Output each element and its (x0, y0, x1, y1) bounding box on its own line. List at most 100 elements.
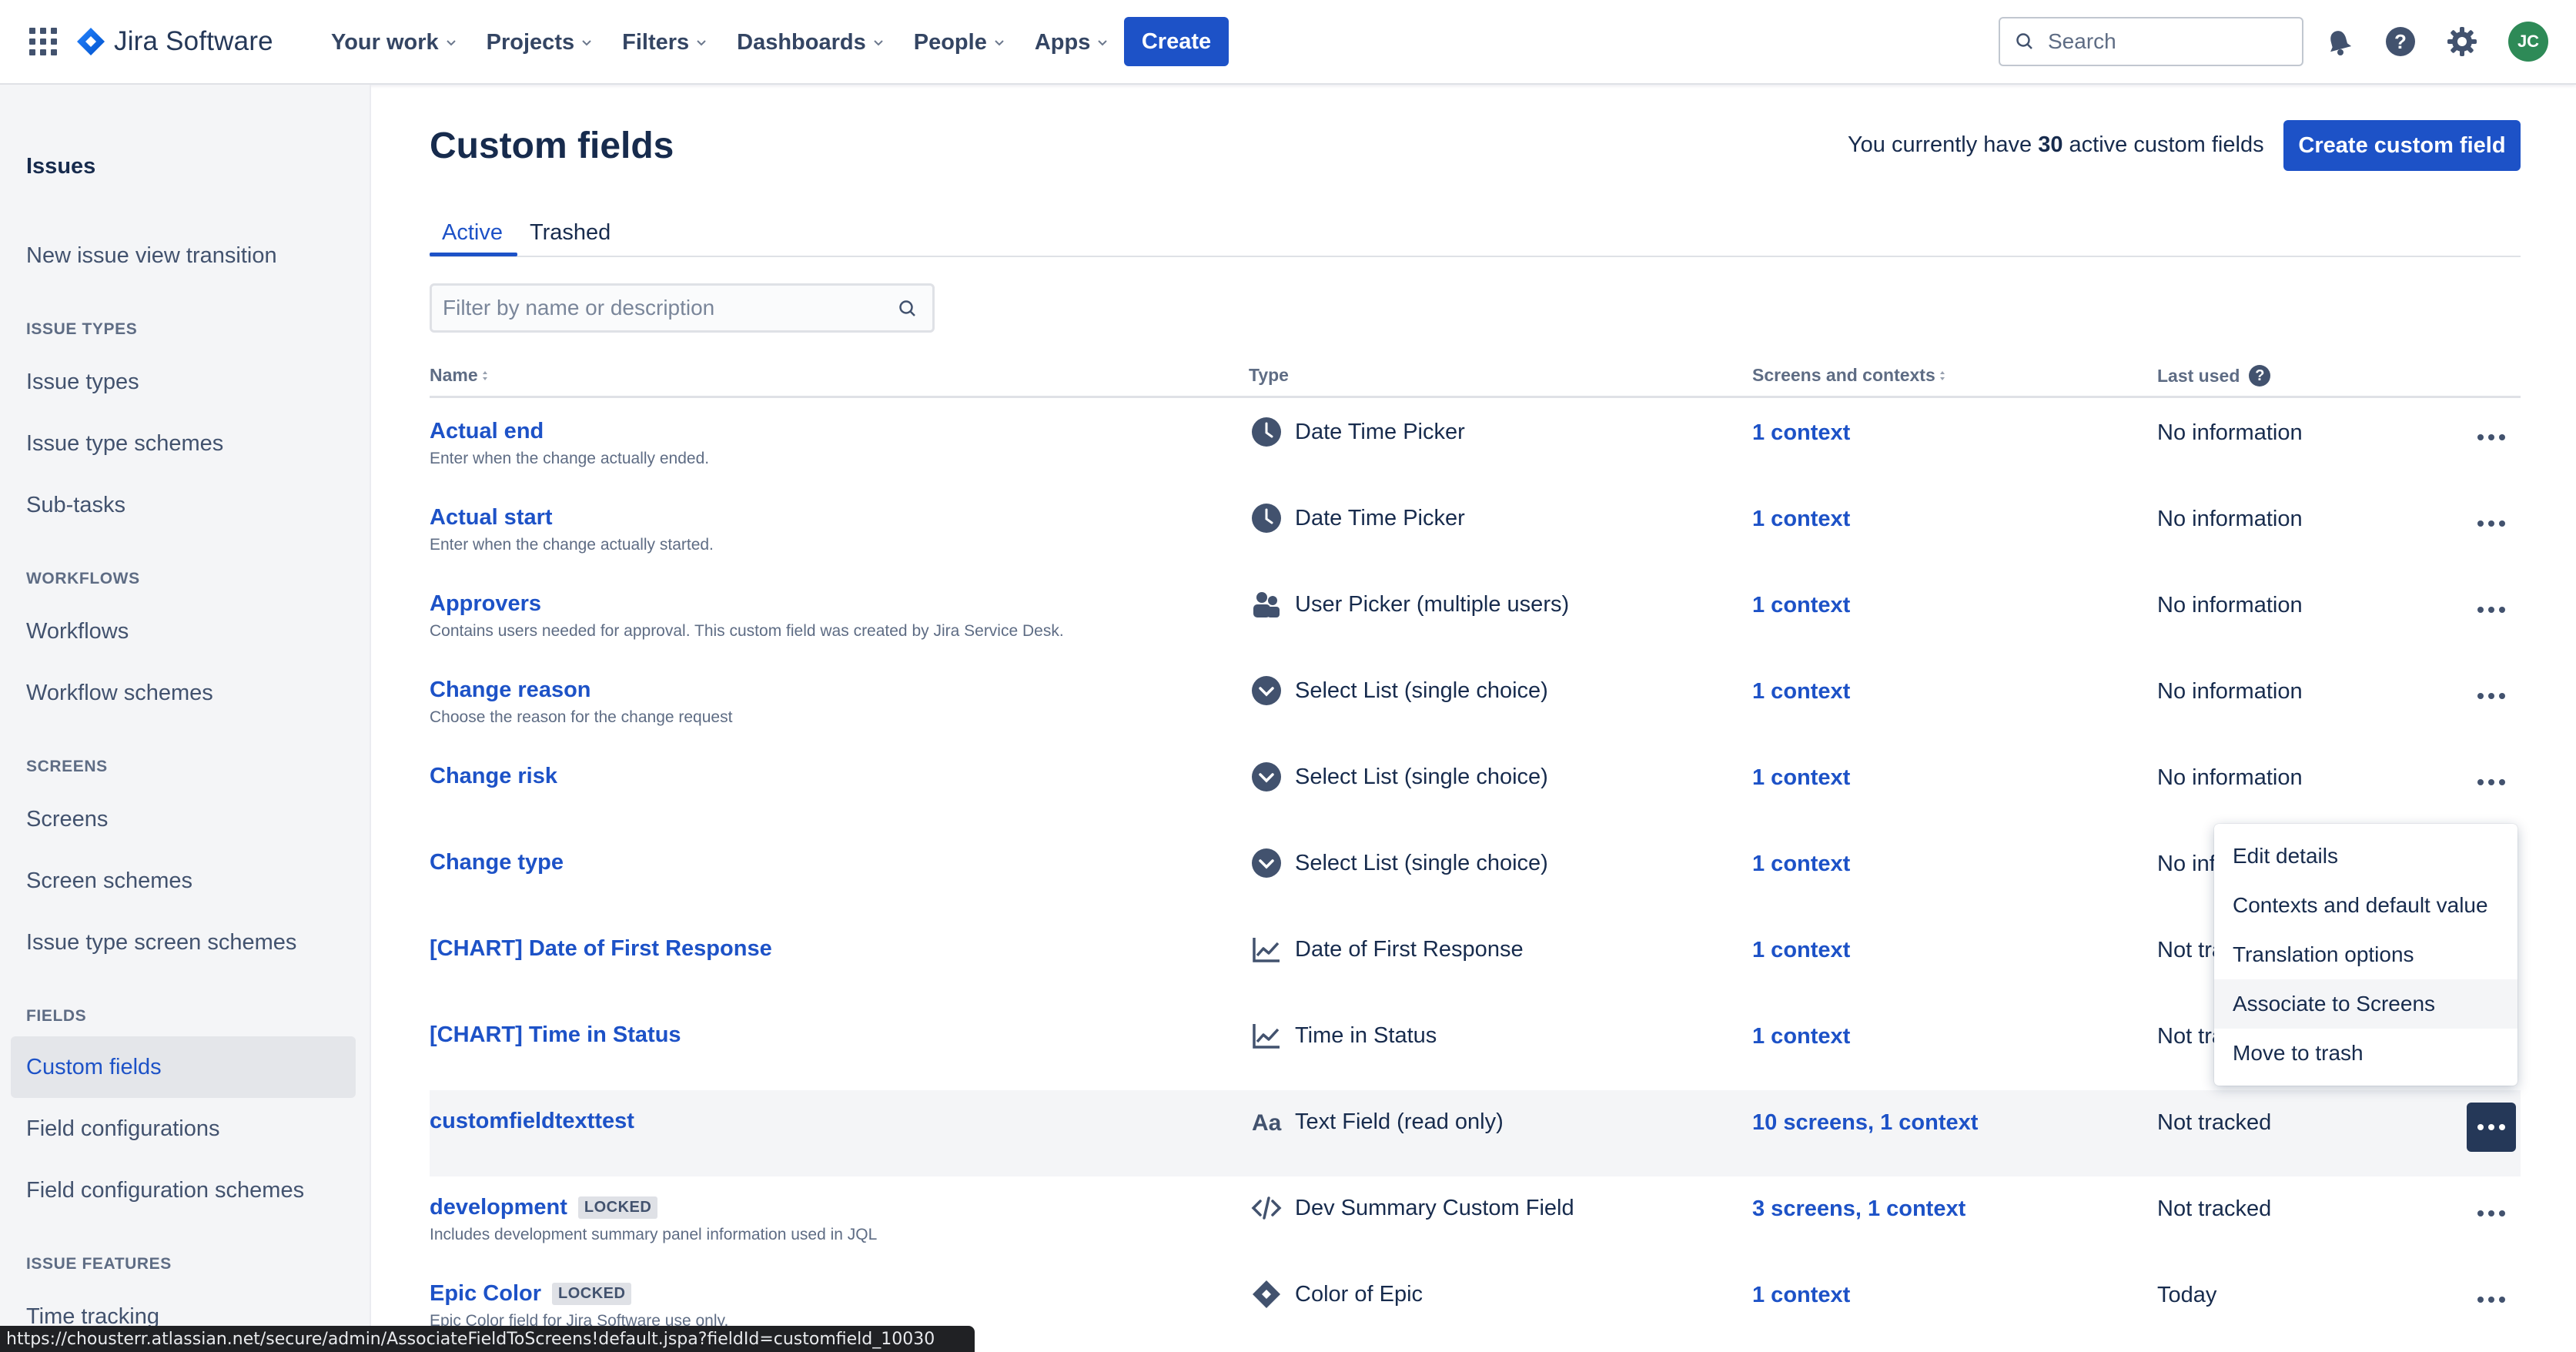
field-name-link[interactable]: Approvers (430, 591, 541, 617)
menu-item-contexts[interactable]: Contexts and default value (2214, 881, 2517, 930)
chevron-down-icon (995, 40, 1004, 46)
nav-people[interactable]: People (914, 30, 1005, 55)
field-type: Dev Summary Custom Field (1295, 1195, 1574, 1220)
sidebar-item-issue-type-schemes[interactable]: Issue type schemes (26, 431, 223, 457)
tab-active[interactable]: Active (442, 220, 503, 246)
screens-context-link[interactable]: 3 screens, 1 context (1752, 1196, 1965, 1222)
create-custom-field-button[interactable]: Create custom field (2283, 120, 2521, 171)
more-actions-button[interactable] (2467, 1189, 2516, 1238)
sidebar-item-sub-tasks[interactable]: Sub-tasks (26, 493, 125, 518)
more-actions-button[interactable] (2467, 413, 2516, 462)
table-row-highlighted: customfieldtexttest Aa Text Field (read o… (430, 1090, 2521, 1176)
search-input[interactable]: Search (1999, 17, 2303, 66)
app-switcher-icon[interactable] (29, 28, 57, 55)
more-actions-button[interactable] (2467, 1275, 2516, 1324)
field-name-link[interactable]: [CHART] Date of First Response (430, 936, 772, 962)
context-link[interactable]: 1 context (1752, 679, 1850, 704)
more-actions-button[interactable] (2467, 499, 2516, 548)
more-icon (2475, 779, 2507, 785)
avatar[interactable]: JC (2508, 22, 2548, 62)
menu-item-associate-to-screens[interactable]: Associate to Screens (2214, 979, 2517, 1029)
field-name-link[interactable]: Actual start (430, 505, 553, 530)
notifications-icon[interactable] (2322, 25, 2356, 59)
screens-context-link[interactable]: 10 screens, 1 context (1752, 1110, 1978, 1136)
context-link[interactable]: 1 context (1752, 1024, 1850, 1049)
column-label: Type (1249, 365, 1289, 385)
search-icon (899, 300, 915, 316)
tabs-divider (430, 256, 2521, 257)
link-preview-statusbar: https://chousterr.atlassian.net/secure/a… (0, 1326, 975, 1352)
field-type: Select List (single choice) (1295, 764, 1548, 789)
menu-item-move-to-trash[interactable]: Move to trash (2214, 1029, 2517, 1078)
context-link[interactable]: 1 context (1752, 765, 1850, 791)
column-header-screens[interactable]: Screens and contexts (1752, 365, 1946, 386)
nav-your-work[interactable]: Your work (331, 30, 457, 55)
field-name-link[interactable]: Change type (430, 850, 564, 875)
nav-apps[interactable]: Apps (1035, 30, 1109, 55)
select-icon (1252, 848, 1281, 878)
field-name-link[interactable]: Epic Color (430, 1281, 541, 1307)
more-actions-button[interactable] (2467, 671, 2516, 721)
table-row: Approvers Contains users needed for appr… (430, 573, 2521, 659)
sidebar-item-issue-types[interactable]: Issue types (26, 370, 139, 395)
sidebar-item-workflows[interactable]: Workflows (26, 619, 129, 644)
help-icon[interactable]: ? (2249, 365, 2271, 387)
sidebar-item-new-issue-view[interactable]: New issue view transition (26, 243, 277, 269)
jira-logo[interactable]: Jira Software (75, 23, 273, 60)
more-actions-button[interactable] (2467, 585, 2516, 634)
context-link[interactable]: 1 context (1752, 852, 1850, 877)
people-icon (1253, 592, 1280, 617)
context-link[interactable]: 1 context (1752, 420, 1850, 446)
sidebar-item-custom-fields[interactable]: Custom fields (26, 1055, 162, 1080)
nav-label: Apps (1034, 29, 1091, 55)
field-description: Includes development summary panel infor… (430, 1226, 878, 1243)
create-button[interactable]: Create (1124, 17, 1229, 66)
nav-projects[interactable]: Projects (487, 30, 593, 55)
context-link[interactable]: 1 context (1752, 507, 1850, 532)
more-icon (2475, 1210, 2507, 1216)
more-actions-button[interactable] (2467, 758, 2516, 807)
field-name-link[interactable]: [CHART] Time in Status (430, 1022, 681, 1048)
sidebar-item-screens[interactable]: Screens (26, 807, 108, 832)
field-name-link[interactable]: Actual end (430, 419, 544, 444)
more-actions-button[interactable] (2467, 1103, 2516, 1152)
field-name-link[interactable]: Change reason (430, 678, 591, 703)
sidebar-item-field-configurations[interactable]: Field configurations (26, 1116, 219, 1142)
nav-filters[interactable]: Filters (622, 30, 708, 55)
chevron-down-icon (446, 40, 456, 46)
sidebar-item-screen-schemes[interactable]: Screen schemes (26, 868, 192, 894)
table-row: development LOCKED Includes development s… (430, 1176, 2521, 1263)
nav-label: Projects (486, 29, 575, 55)
context-link[interactable]: 1 context (1752, 1283, 1850, 1308)
svg-text:?: ? (2394, 30, 2407, 53)
field-name-link[interactable]: customfieldtexttest (430, 1109, 634, 1134)
sidebar-item-workflow-schemes[interactable]: Workflow schemes (26, 681, 213, 706)
filter-input[interactable]: Filter by name or description (430, 283, 935, 333)
tab-trashed[interactable]: Trashed (530, 220, 611, 246)
column-header-name[interactable]: Name (430, 365, 489, 386)
settings-icon[interactable] (2445, 25, 2479, 59)
diamond-icon (1253, 1280, 1280, 1308)
menu-item-edit-details[interactable]: Edit details (2214, 832, 2517, 881)
field-name-link[interactable]: Change risk (430, 764, 557, 789)
more-icon (2475, 693, 2507, 699)
locked-badge: LOCKED (577, 1196, 658, 1219)
field-type: Color of Epic (1295, 1281, 1423, 1307)
help-icon[interactable]: ? (2384, 25, 2417, 59)
sidebar-heading-workflows: WORKFLOWS (26, 570, 140, 587)
jira-diamond-icon (77, 28, 105, 55)
context-link[interactable]: 1 context (1752, 593, 1850, 618)
column-label: Name (430, 365, 478, 385)
last-used: No inf (2157, 852, 2216, 876)
menu-item-translation-options[interactable]: Translation options (2214, 930, 2517, 979)
nav-dashboards[interactable]: Dashboards (737, 30, 885, 55)
sidebar-heading-screens: SCREENS (26, 758, 108, 775)
sidebar-item-field-configuration-schemes[interactable]: Field configuration schemes (26, 1178, 304, 1203)
column-header-last-used: Last used ? (2157, 365, 2271, 387)
sidebar-item-issue-type-screen-schemes[interactable]: Issue type screen schemes (26, 930, 296, 955)
context-link[interactable]: 1 context (1752, 938, 1850, 963)
column-label: Screens and contexts (1752, 365, 1935, 385)
last-used: Not tracked (2157, 1196, 2272, 1221)
table-row: Change risk Select List (single choice) … (430, 745, 2521, 832)
field-name-link[interactable]: development (430, 1195, 567, 1220)
